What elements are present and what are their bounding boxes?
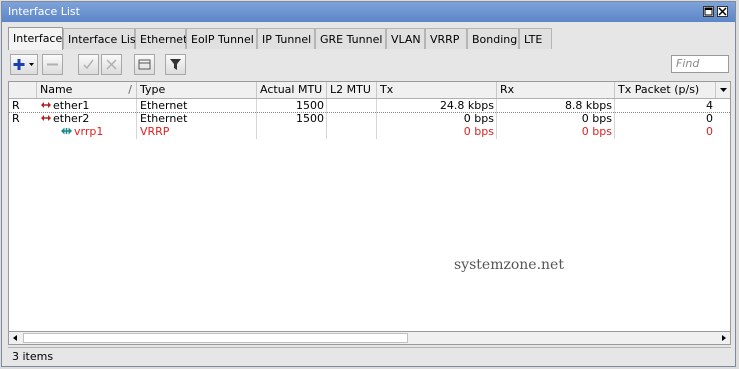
row-type: VRRP — [140, 125, 170, 138]
row-l2-mtu — [327, 125, 377, 138]
watermark: systemzone.net — [454, 257, 564, 273]
close-button[interactable] — [717, 6, 728, 17]
tab-interface[interactable]: Interface — [8, 27, 63, 50]
comment-button[interactable] — [134, 54, 155, 75]
filter-icon — [170, 59, 181, 70]
interface-table: Name / Type Actual MTU L2 MTU Tx Rx Tx P… — [8, 81, 731, 338]
header-tx[interactable]: Tx — [377, 82, 497, 98]
header-rx[interactable]: Rx — [497, 82, 615, 98]
table-row[interactable]: vrrp1 VRRP 0 bps 0 bps 0 — [9, 125, 730, 138]
interface-list-window: Interface List Interface Interface List … — [1, 1, 736, 367]
close-icon — [718, 7, 727, 16]
vrrp-interface-icon — [60, 125, 73, 138]
row-tx-packet: 0 — [706, 112, 713, 125]
add-button[interactable] — [10, 54, 38, 75]
row-name: ether2 — [53, 112, 90, 125]
scroll-left-button[interactable] — [9, 332, 22, 344]
chevron-down-icon — [720, 88, 727, 92]
row-name: vrrp1 — [74, 125, 104, 138]
title-bar[interactable]: Interface List — [2, 2, 735, 22]
find-input[interactable]: Find — [671, 55, 729, 73]
toolbar: Find — [8, 52, 731, 78]
arrow-right-icon — [722, 335, 726, 341]
arrow-left-icon — [13, 335, 17, 341]
header-actual-mtu[interactable]: Actual MTU — [257, 82, 327, 98]
row-tx-packet: 0 — [706, 125, 713, 138]
row-tx: 0 bps — [463, 125, 494, 138]
row-type: Ethernet — [140, 99, 188, 112]
comment-icon — [138, 59, 151, 70]
tab-lte[interactable]: LTE — [519, 28, 552, 49]
row-l2-mtu — [327, 112, 377, 125]
row-actual-mtu — [257, 125, 327, 138]
window-title: Interface List — [8, 5, 80, 18]
minus-icon — [47, 63, 58, 66]
row-tx-packet: 4 — [706, 99, 713, 112]
maximize-icon — [704, 7, 713, 16]
row-tx: 0 bps — [463, 112, 494, 125]
scrollbar-thumb[interactable] — [23, 333, 408, 343]
header-flags[interactable] — [9, 82, 37, 98]
items-count: 3 items — [12, 350, 54, 363]
tab-bonding[interactable]: Bonding — [467, 28, 519, 49]
table-row[interactable]: R ether1 Ethernet 1500 24.8 kbps 8.8 kbp… — [9, 98, 730, 113]
row-rx: 8.8 kbps — [564, 99, 612, 112]
table-row[interactable]: R ether2 Ethernet 1500 0 bps 0 bps 0 — [9, 112, 730, 125]
row-name: ether1 — [53, 99, 90, 112]
row-flag: R — [12, 112, 20, 125]
status-bar: 3 items — [8, 347, 731, 366]
horizontal-scrollbar[interactable] — [8, 331, 731, 345]
check-icon — [83, 59, 94, 70]
header-l2-mtu[interactable]: L2 MTU — [327, 82, 377, 98]
scroll-right-button[interactable] — [717, 332, 730, 344]
row-actual-mtu: 1500 — [296, 99, 324, 112]
row-rx: 0 bps — [581, 125, 612, 138]
row-type: Ethernet — [140, 112, 188, 125]
row-l2-mtu — [327, 99, 377, 112]
ethernet-interface-icon — [40, 99, 52, 112]
filter-button[interactable] — [165, 54, 186, 75]
ethernet-interface-icon — [40, 112, 52, 125]
table-header: Name / Type Actual MTU L2 MTU Tx Rx Tx P… — [9, 82, 730, 99]
header-name[interactable]: Name / — [37, 82, 137, 98]
sort-indicator: / — [128, 83, 132, 96]
maximize-button[interactable] — [703, 6, 714, 17]
remove-button[interactable] — [42, 54, 63, 75]
tab-vlan[interactable]: VLAN — [386, 28, 425, 49]
column-menu-button[interactable] — [716, 82, 730, 98]
tab-vrrp[interactable]: VRRP — [425, 28, 467, 49]
x-icon — [106, 59, 117, 70]
header-tx-packet[interactable]: Tx Packet (p/s) — [615, 82, 716, 98]
tab-eoip-tunnel[interactable]: EoIP Tunnel — [186, 28, 257, 49]
row-flag: R — [12, 99, 20, 112]
tab-gre-tunnel[interactable]: GRE Tunnel — [315, 28, 386, 49]
row-tx: 24.8 kbps — [439, 99, 494, 112]
plus-icon — [13, 59, 34, 70]
row-actual-mtu: 1500 — [296, 112, 324, 125]
disable-button[interactable] — [101, 54, 122, 75]
tab-ethernet[interactable]: Ethernet — [135, 28, 187, 49]
row-rx: 0 bps — [581, 112, 612, 125]
header-type[interactable]: Type — [137, 82, 257, 98]
row-flag — [12, 125, 32, 138]
tab-ip-tunnel[interactable]: IP Tunnel — [257, 28, 315, 49]
enable-button[interactable] — [78, 54, 99, 75]
tab-interface-list[interactable]: Interface List — [63, 28, 140, 49]
